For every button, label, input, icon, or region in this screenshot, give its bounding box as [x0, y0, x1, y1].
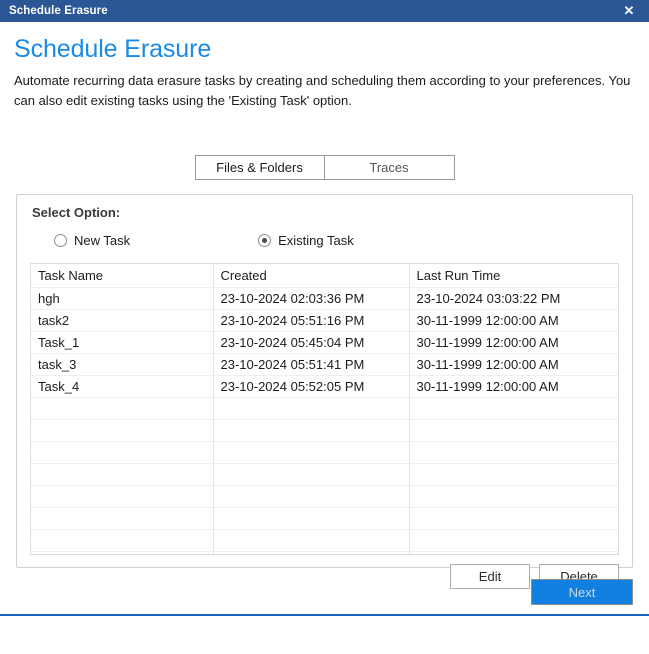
last-run-time-cell: 23-10-2024 03:03:22 PM — [409, 287, 618, 310]
created-cell: 23-10-2024 02:03:36 PM — [213, 287, 410, 310]
option-radio-group: New Task Existing Task — [54, 233, 619, 248]
empty-cell — [409, 397, 618, 420]
empty-cell — [213, 463, 410, 486]
window-titlebar: Schedule Erasure ✕ — [0, 0, 649, 22]
created-cell: 23-10-2024 05:52:05 PM — [213, 375, 410, 398]
column-header-last-run-time[interactable]: Last Run Time — [409, 264, 618, 288]
table-row[interactable]: hgh 23-10-2024 02:03:36 PM 23-10-2024 03:0… — [31, 287, 618, 310]
empty-cell — [213, 507, 410, 530]
task-name-cell: Task_4 — [31, 375, 214, 398]
task-name-cell: task_3 — [31, 353, 214, 376]
window-title: Schedule Erasure — [9, 5, 108, 17]
select-option-groupbox: Select Option: New Task Existing Task Ta… — [16, 194, 633, 590]
empty-cell — [213, 529, 410, 552]
tasks-table-header-row: Task Name Created Last Run Time — [31, 264, 618, 288]
column-header-task-name[interactable]: Task Name — [31, 264, 214, 288]
empty-cell — [31, 419, 214, 442]
table-row-empty[interactable] — [31, 529, 618, 552]
table-row-empty[interactable] — [31, 441, 618, 464]
group-legend: Select Option: — [32, 205, 121, 221]
table-row-empty[interactable] — [31, 419, 618, 442]
empty-cell — [31, 507, 214, 530]
created-cell: 23-10-2024 05:51:41 PM — [213, 353, 410, 376]
next-button[interactable]: Next — [531, 579, 633, 606]
close-icon[interactable]: ✕ — [609, 0, 649, 22]
table-row[interactable]: Task_1 23-10-2024 05:45:04 PM 30-11-1999 1… — [31, 331, 618, 354]
last-run-time-cell: 30-11-1999 12:00:00 AM — [409, 309, 618, 332]
tab-group: Files & Folders Traces — [194, 155, 455, 181]
table-row-empty[interactable] — [31, 485, 618, 508]
empty-cell — [409, 529, 618, 552]
empty-cell — [409, 507, 618, 530]
table-row[interactable]: task_3 23-10-2024 05:51:41 PM 30-11-1999 1… — [31, 353, 618, 376]
empty-cell — [213, 485, 410, 508]
radio-new-task[interactable]: New Task — [54, 233, 130, 248]
empty-cell — [31, 397, 214, 420]
task-name-cell: hgh — [31, 287, 214, 310]
empty-cell — [409, 485, 618, 508]
last-run-time-cell: 30-11-1999 12:00:00 AM — [409, 331, 618, 354]
tasks-table-head: Task Name Created Last Run Time — [31, 264, 618, 288]
empty-cell — [409, 419, 618, 442]
created-cell: 23-10-2024 05:51:16 PM — [213, 309, 410, 332]
table-row-empty[interactable] — [31, 551, 618, 555]
empty-cell — [213, 551, 410, 555]
task-name-cell: Task_1 — [31, 331, 214, 354]
radio-new-task-indicator[interactable] — [54, 234, 67, 248]
tab-traces[interactable]: Traces — [324, 155, 455, 181]
radio-new-task-label: New Task — [74, 233, 131, 249]
tasks-table-body: hgh 23-10-2024 02:03:36 PM 23-10-2024 03:0… — [31, 287, 618, 555]
task-name-cell: task2 — [31, 309, 214, 332]
empty-cell — [31, 485, 214, 508]
table-row-empty[interactable] — [31, 463, 618, 486]
column-header-created[interactable]: Created — [213, 264, 410, 288]
empty-cell — [213, 419, 410, 442]
tasks-table-container[interactable]: Task Name Created Last Run Time hgh 23-10… — [30, 263, 619, 556]
page-title: Schedule Erasure — [14, 35, 212, 63]
empty-cell — [31, 441, 214, 464]
page-subtitle: Automate recurring data erasure tasks by… — [14, 73, 631, 108]
created-cell: 23-10-2024 05:45:04 PM — [213, 331, 410, 354]
tab-bar: Files & Folders Traces — [0, 155, 649, 181]
radio-existing-task-label: Existing Task — [278, 233, 354, 249]
empty-cell — [409, 551, 618, 555]
last-run-time-cell: 30-11-1999 12:00:00 AM — [409, 375, 618, 398]
empty-cell — [31, 551, 214, 555]
empty-cell — [31, 463, 214, 486]
empty-cell — [213, 441, 410, 464]
tab-files-and-folders[interactable]: Files & Folders — [194, 155, 325, 181]
empty-cell — [409, 463, 618, 486]
radio-existing-task-indicator[interactable] — [258, 234, 272, 248]
empty-cell — [213, 397, 410, 420]
radio-existing-task[interactable]: Existing Task — [258, 233, 354, 248]
empty-cell — [409, 441, 618, 464]
empty-cell — [31, 529, 214, 552]
page-header: Schedule Erasure Automate recurring data… — [0, 22, 649, 110]
table-row-empty[interactable] — [31, 507, 618, 530]
tasks-table: Task Name Created Last Run Time hgh 23-10… — [31, 264, 618, 555]
table-row[interactable]: Task_4 23-10-2024 05:52:05 PM 30-11-1999 1… — [31, 375, 618, 398]
footer-divider — [0, 614, 649, 617]
table-row[interactable]: task2 23-10-2024 05:51:16 PM 30-11-1999 12… — [31, 309, 618, 332]
last-run-time-cell: 30-11-1999 12:00:00 AM — [409, 353, 618, 376]
dialog-footer: Next — [0, 579, 649, 629]
table-row-empty[interactable] — [31, 397, 618, 420]
